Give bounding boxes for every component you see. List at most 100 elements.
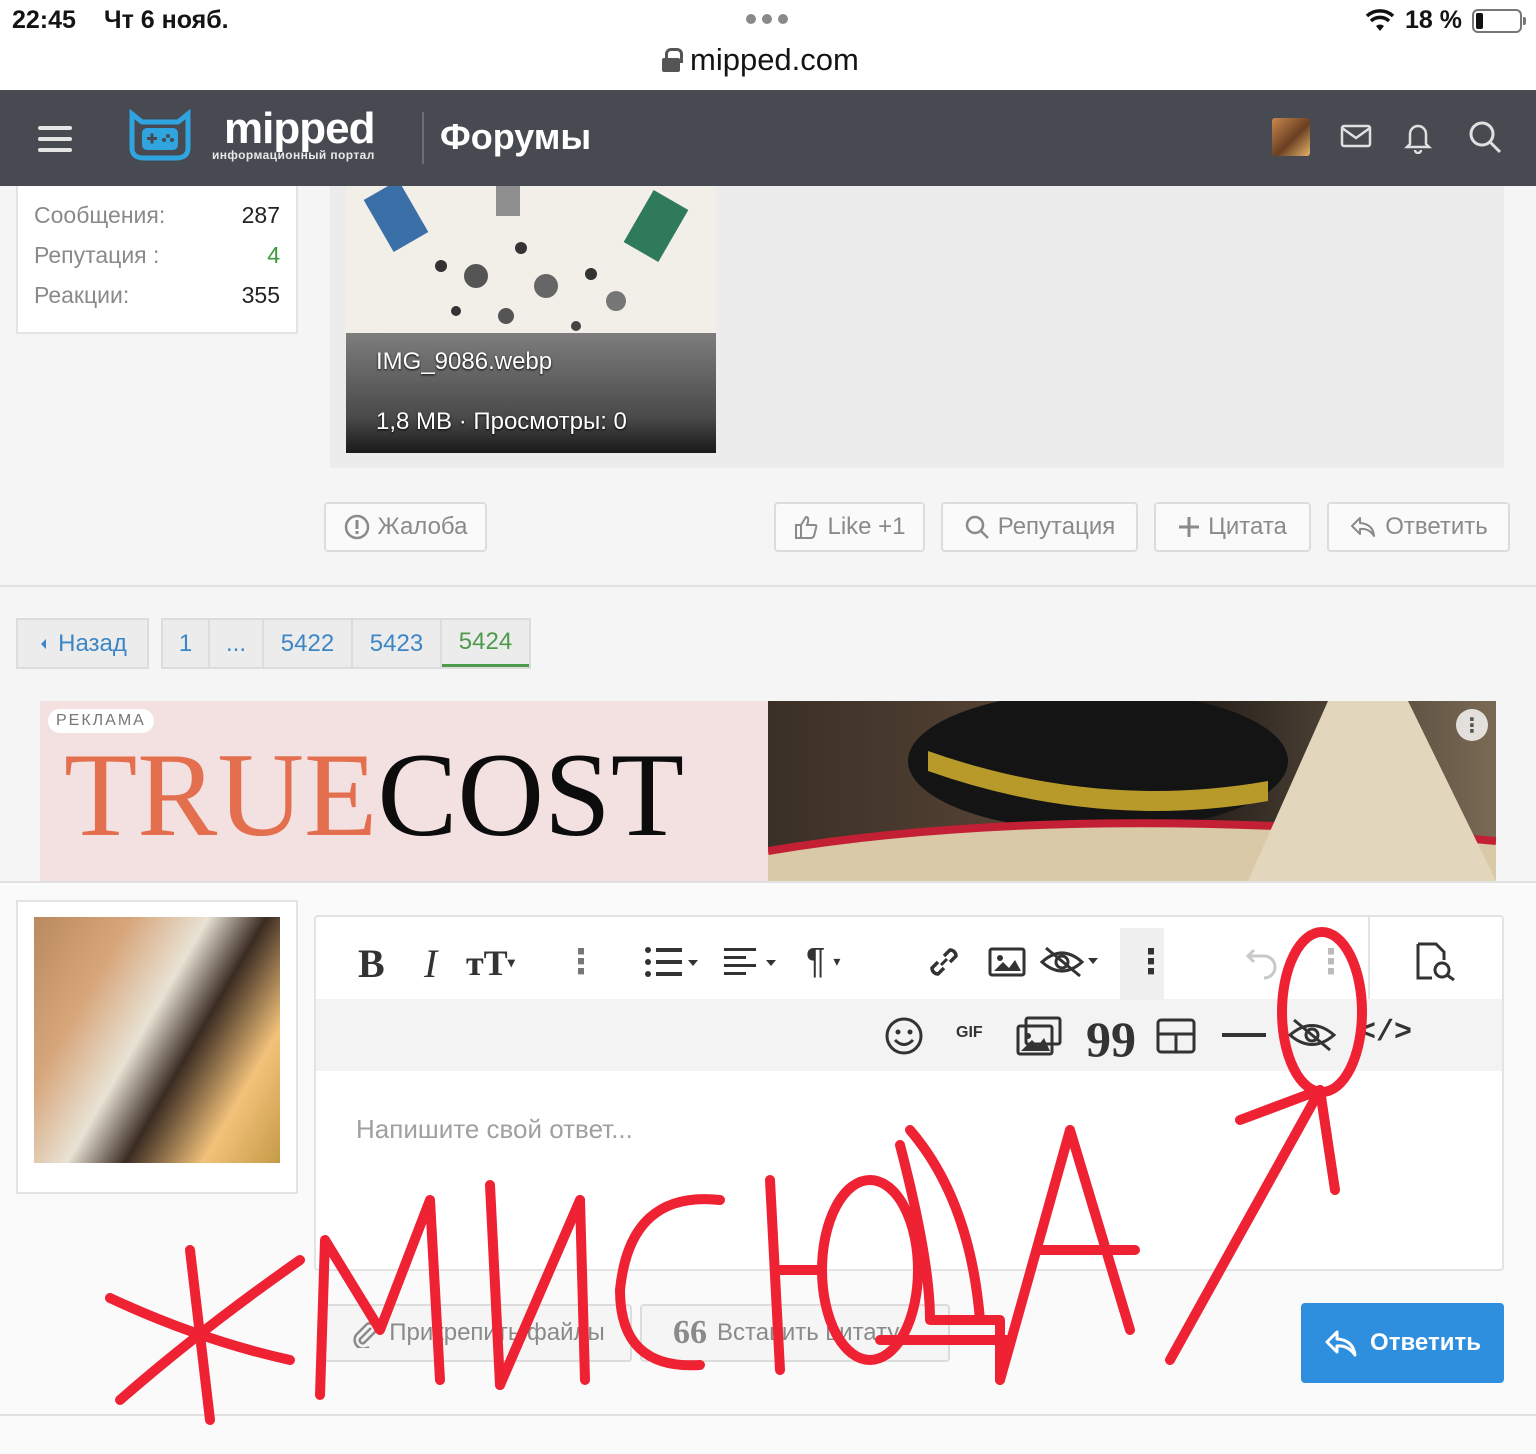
submit-reply-label: Ответить bbox=[1370, 1329, 1481, 1356]
lock-icon bbox=[662, 48, 683, 72]
more-vertical-icon[interactable]: ⋮ bbox=[1134, 942, 1168, 982]
stat-label: Сообщения: bbox=[34, 202, 166, 228]
reputation-label: Репутация bbox=[997, 513, 1116, 540]
toolbar-separator bbox=[1368, 917, 1370, 999]
insert-quote-label: Вставить цитату... bbox=[717, 1319, 917, 1346]
plus-icon bbox=[1179, 517, 1200, 537]
search-icon bbox=[965, 515, 989, 539]
status-date: Чт 6 нояб. bbox=[104, 6, 229, 34]
stat-value: 355 bbox=[241, 282, 280, 308]
like-button[interactable]: Like +1 bbox=[774, 502, 925, 552]
media-icon[interactable] bbox=[1016, 1016, 1064, 1056]
hide-icon[interactable] bbox=[1040, 944, 1104, 980]
url-text: mipped.com bbox=[690, 42, 859, 77]
ad-brand-part1: TRUE bbox=[64, 728, 378, 861]
ad-brand-panel: РЕКЛАМА TRUECOST bbox=[40, 701, 768, 881]
battery-text: 18 % bbox=[1405, 6, 1462, 34]
link-icon[interactable] bbox=[924, 942, 964, 982]
reply-label: Ответить bbox=[1385, 513, 1488, 540]
stat-reactions: Реакции: 355 bbox=[34, 282, 280, 309]
bell-icon[interactable] bbox=[1402, 120, 1434, 154]
thumbs-up-icon bbox=[795, 515, 818, 539]
reply-post-button[interactable]: Ответить bbox=[1327, 502, 1510, 552]
reply-icon bbox=[1325, 1330, 1357, 1357]
insert-quote-button[interactable]: 66 Вставить цитату... bbox=[640, 1304, 950, 1362]
attachment-name[interactable]: IMG_9086.webp bbox=[376, 348, 552, 376]
post-divider bbox=[0, 585, 1536, 587]
submit-reply-button[interactable]: Ответить bbox=[1301, 1303, 1504, 1383]
more-vertical-icon[interactable]: ⋮ bbox=[564, 942, 598, 982]
paragraph-icon[interactable]: ¶ ▾ bbox=[806, 940, 840, 982]
stat-value: 287 bbox=[241, 202, 280, 228]
bold-icon[interactable]: B bbox=[358, 940, 385, 987]
status-time: 22:45 bbox=[12, 6, 76, 34]
reply-icon bbox=[1351, 517, 1376, 537]
mail-icon[interactable] bbox=[1340, 120, 1372, 152]
hide-icon[interactable] bbox=[1288, 1016, 1336, 1054]
post-user-stats: Сообщения: 287 Репутация : 4 Реакции: 35… bbox=[16, 186, 298, 334]
page-link[interactable]: 1 bbox=[163, 620, 210, 667]
stat-messages: Сообщения: 287 bbox=[34, 202, 280, 229]
address-bar[interactable]: mipped.com bbox=[662, 42, 859, 78]
italic-icon[interactable]: I bbox=[424, 940, 437, 987]
table-icon[interactable] bbox=[1156, 1018, 1196, 1054]
emoji-icon[interactable] bbox=[884, 1016, 924, 1056]
logo-text[interactable]: mipped bbox=[224, 104, 375, 154]
attachment-thumbnail[interactable]: IMG_9086.webp 1,8 MB · Просмотры: 0 bbox=[346, 186, 716, 453]
ad-brand: TRUECOST bbox=[64, 729, 684, 861]
code-icon[interactable]: </> bbox=[1358, 1016, 1412, 1050]
attach-files-label: Прикрепить файлы bbox=[389, 1319, 605, 1346]
reply-avatar[interactable] bbox=[34, 917, 280, 1163]
more-vertical-icon[interactable]: ⋮ bbox=[1314, 942, 1348, 982]
preview-icon[interactable] bbox=[1414, 942, 1458, 982]
stat-value: 4 bbox=[267, 242, 280, 268]
page-title[interactable]: Форумы bbox=[440, 116, 591, 158]
user-avatar[interactable] bbox=[1272, 118, 1310, 156]
pagination-back-button[interactable]: Назад bbox=[16, 618, 149, 669]
page-bottom-divider bbox=[0, 1414, 1536, 1416]
image-icon[interactable] bbox=[988, 946, 1026, 978]
align-icon[interactable] bbox=[724, 946, 782, 978]
ad-options-icon[interactable]: ⋮ bbox=[1456, 709, 1488, 741]
quote-label: Цитата bbox=[1208, 513, 1287, 540]
alert-icon bbox=[344, 514, 369, 540]
page-current[interactable]: 5424 bbox=[442, 620, 529, 667]
page-ellipsis[interactable]: ... bbox=[210, 620, 264, 667]
undo-icon[interactable] bbox=[1244, 944, 1282, 980]
reply-placeholder[interactable]: Напишите свой ответ... bbox=[356, 1114, 633, 1145]
header-separator bbox=[422, 112, 424, 164]
attachment-meta: 1,8 MB · Просмотры: 0 bbox=[376, 408, 627, 435]
horizontal-rule-icon[interactable] bbox=[1222, 1033, 1266, 1037]
ad-image bbox=[767, 701, 1496, 881]
pagination-back-label: Назад bbox=[58, 629, 127, 657]
report-button[interactable]: Жалоба bbox=[324, 502, 487, 552]
ad-banner[interactable]: РЕКЛАМА TRUECOST ⋮ bbox=[40, 701, 1496, 881]
logo-subtitle: информационный портал bbox=[212, 148, 375, 162]
stat-reputation: Репутация : 4 bbox=[34, 242, 280, 269]
wifi-icon bbox=[1365, 8, 1395, 31]
page-link[interactable]: 5423 bbox=[353, 620, 442, 667]
gif-icon[interactable]: GIF bbox=[956, 1024, 983, 1042]
caret-left-icon bbox=[41, 638, 47, 649]
pagination: 1 ... 5422 5423 5424 bbox=[161, 618, 531, 669]
reputation-button[interactable]: Репутация bbox=[941, 502, 1138, 552]
attach-files-button[interactable]: Прикрепить файлы bbox=[324, 1304, 632, 1362]
report-label: Жалоба bbox=[377, 513, 468, 540]
ad-brand-part2: COST bbox=[377, 728, 685, 861]
page-link[interactable]: 5422 bbox=[264, 620, 353, 667]
text-size-icon[interactable]: тT ▾ bbox=[466, 942, 515, 984]
search-icon[interactable] bbox=[1468, 120, 1502, 154]
like-label: Like +1 bbox=[827, 513, 906, 540]
attachment-image bbox=[346, 186, 716, 336]
status-right: 18 % bbox=[1365, 6, 1526, 35]
paperclip-icon bbox=[353, 1322, 378, 1348]
stat-label: Реакции: bbox=[34, 282, 130, 308]
tab-dots-icon[interactable] bbox=[746, 14, 788, 24]
gamepad-logo-icon[interactable] bbox=[126, 108, 194, 162]
list-icon[interactable] bbox=[644, 946, 704, 978]
quote-icon: 66 bbox=[673, 1314, 708, 1351]
quote-icon[interactable]: 99 bbox=[1086, 1010, 1136, 1068]
menu-icon[interactable] bbox=[38, 126, 72, 159]
battery-icon bbox=[1472, 8, 1526, 33]
quote-button[interactable]: Цитата bbox=[1154, 502, 1311, 552]
